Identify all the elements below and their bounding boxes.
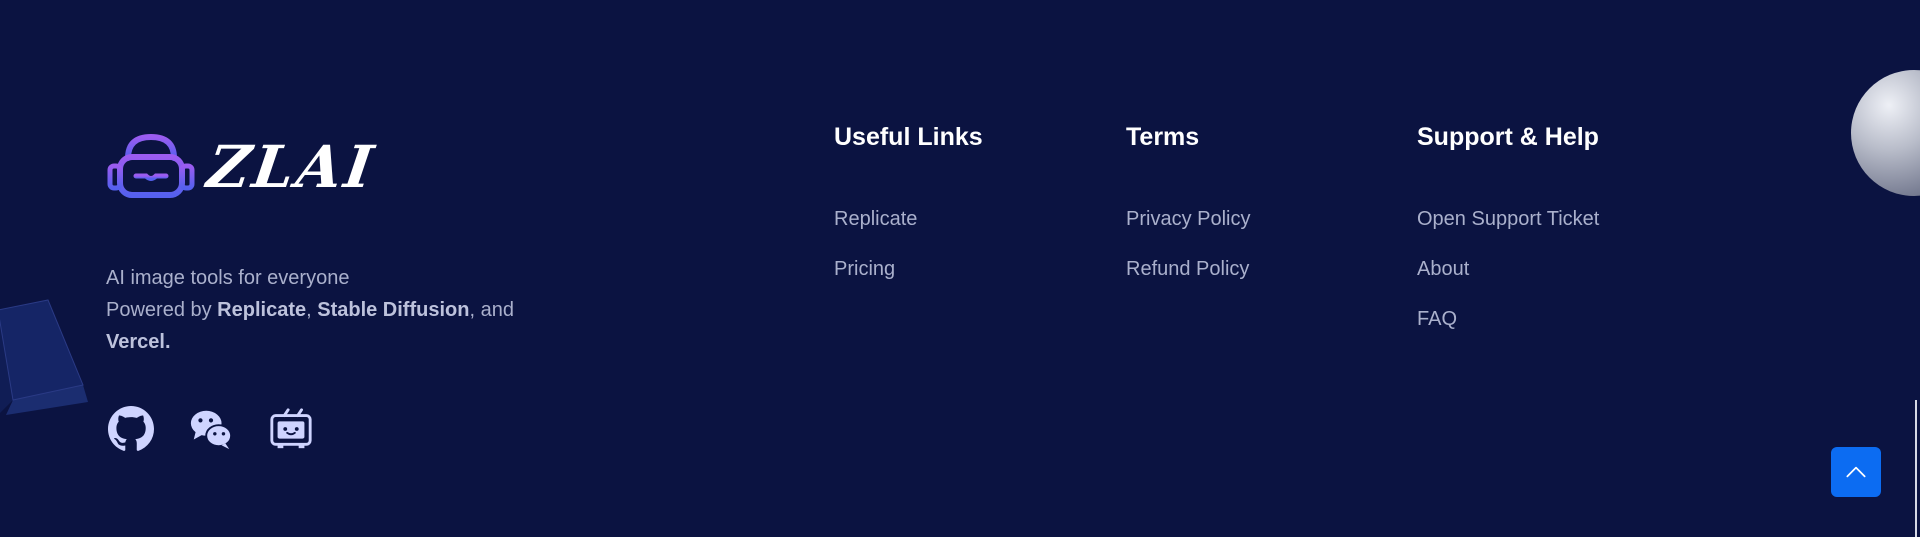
footer-link-faq[interactable]: FAQ — [1417, 294, 1599, 344]
social-links — [108, 406, 314, 452]
powered-by-separator: , — [306, 299, 318, 321]
site-footer: ZLAI AI image tools for everyone Powered… — [0, 0, 1920, 537]
footer-link-refund-policy[interactable]: Refund Policy — [1126, 244, 1250, 294]
decorative-sphere — [1851, 70, 1920, 196]
footer-link-privacy-policy[interactable]: Privacy Policy — [1126, 194, 1250, 244]
link-list: Privacy Policy Refund Policy — [1126, 194, 1250, 294]
brand-name: ZLAI — [203, 133, 381, 201]
powered-by-prefix: Powered by — [106, 299, 218, 321]
powered-by-replicate: Replicate — [217, 299, 307, 321]
column-heading: Useful Links — [834, 123, 983, 151]
link-list: Replicate Pricing — [834, 194, 983, 294]
brand-tagline: AI image tools for everyone Powered by R… — [106, 262, 566, 358]
back-to-top-button[interactable] — [1831, 447, 1881, 497]
chevron-up-icon — [1846, 466, 1866, 478]
footer-link-pricing[interactable]: Pricing — [834, 244, 983, 294]
powered-by-vercel: Vercel. — [106, 331, 171, 353]
footer-link-replicate[interactable]: Replicate — [834, 194, 983, 244]
powered-by-stable-diffusion: Stable Diffusion — [317, 299, 470, 321]
tagline-line: AI image tools for everyone — [106, 267, 350, 289]
column-heading: Support & Help — [1417, 123, 1599, 151]
link-list: Open Support Ticket About FAQ — [1417, 194, 1599, 344]
column-heading: Terms — [1126, 123, 1200, 151]
powered-by-line: Powered by Replicate, Stable Diffusion, … — [106, 294, 566, 358]
github-icon[interactable] — [108, 406, 154, 452]
footer-column-useful-links: Useful Links Replicate Pricing — [834, 120, 983, 294]
scrollbar-thumb[interactable] — [1915, 400, 1917, 537]
powered-by-separator: , and — [469, 299, 514, 321]
vr-headset-logo-icon — [107, 133, 195, 198]
wechat-icon[interactable] — [188, 406, 234, 452]
footer-column-terms: Terms Privacy Policy Refund Policy — [1126, 120, 1250, 294]
footer-link-about[interactable]: About — [1417, 244, 1599, 294]
bilibili-icon[interactable] — [268, 406, 314, 452]
brand-logo[interactable]: ZLAI — [106, 132, 380, 202]
decorative-cube — [0, 299, 88, 415]
footer-link-open-support-ticket[interactable]: Open Support Ticket — [1417, 194, 1599, 244]
footer-column-support-help: Support & Help Open Support Ticket About… — [1417, 120, 1599, 344]
